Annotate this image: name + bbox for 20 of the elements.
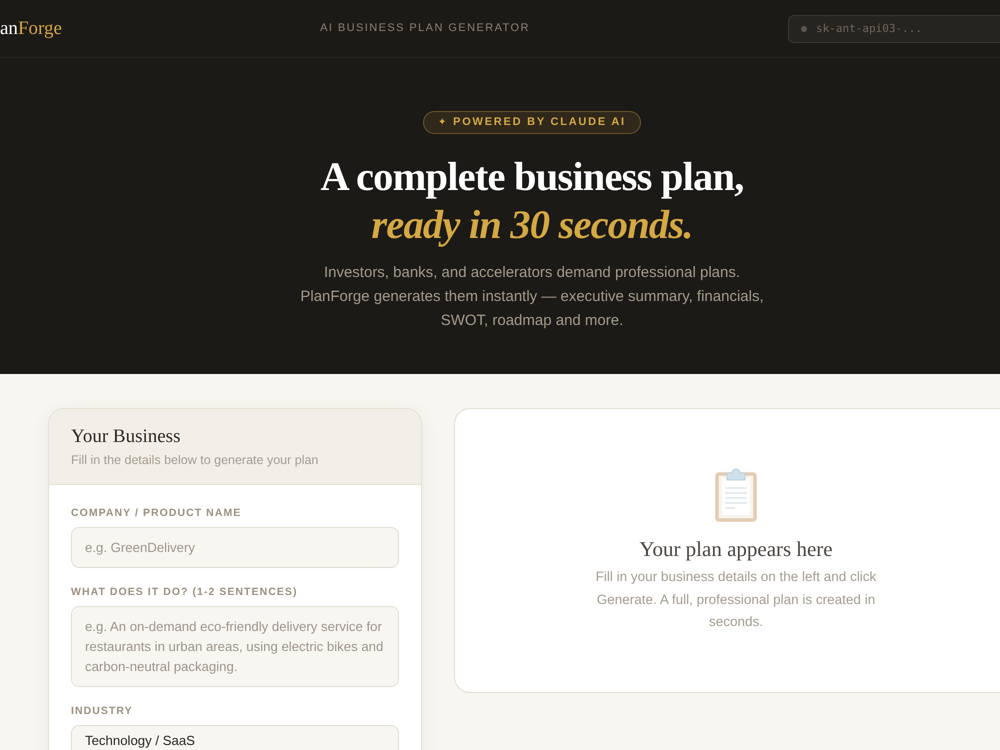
logo-accent-text: Forge xyxy=(18,19,62,38)
input-field[interactable]: e.g. GreenDelivery xyxy=(71,526,399,568)
industry-dropdown[interactable]: Technology / SaaS xyxy=(71,724,399,750)
preview-description: Fill in your business details on the left and click Generate. A full, professional plan is created in seconds. xyxy=(594,568,878,631)
sparkle-icon: ✦ xyxy=(438,118,446,128)
headline: A complete business plan, xyxy=(320,153,744,201)
badge-label: POWERED BY CLAUDE AI xyxy=(453,117,626,128)
api-key-field[interactable]: sk-ant-api03-... xyxy=(788,14,1000,42)
preview-title: Your plan appears here xyxy=(639,536,833,563)
field-label: INDUSTRY xyxy=(71,704,134,717)
card-subtitle: Fill in the details below to generate your plan xyxy=(71,452,320,469)
tagline: AI BUSINESS PLAN GENERATOR xyxy=(320,21,530,36)
hero-description: Investors, banks, and accelerators demand professional plans. PlanForge generates them instantly — executive summary, financials, SWOT, roadmap and more. xyxy=(299,263,765,331)
card-title: Your Business xyxy=(71,425,182,449)
logo-text: an xyxy=(0,19,18,38)
field-label: COMPANY / PRODUCT NAME xyxy=(71,506,242,519)
clipboard-icon xyxy=(715,468,757,522)
headline-highlight: ready in 30 seconds. xyxy=(371,201,693,249)
text-area[interactable]: e.g. An on-demand eco-friendly delivery service for restaurants in urban areas, using electric bikes and carbon-neutral packaging. xyxy=(71,606,399,687)
field-label: WHAT DOES IT DO? (1-2 SENTENCES) xyxy=(71,586,298,598)
